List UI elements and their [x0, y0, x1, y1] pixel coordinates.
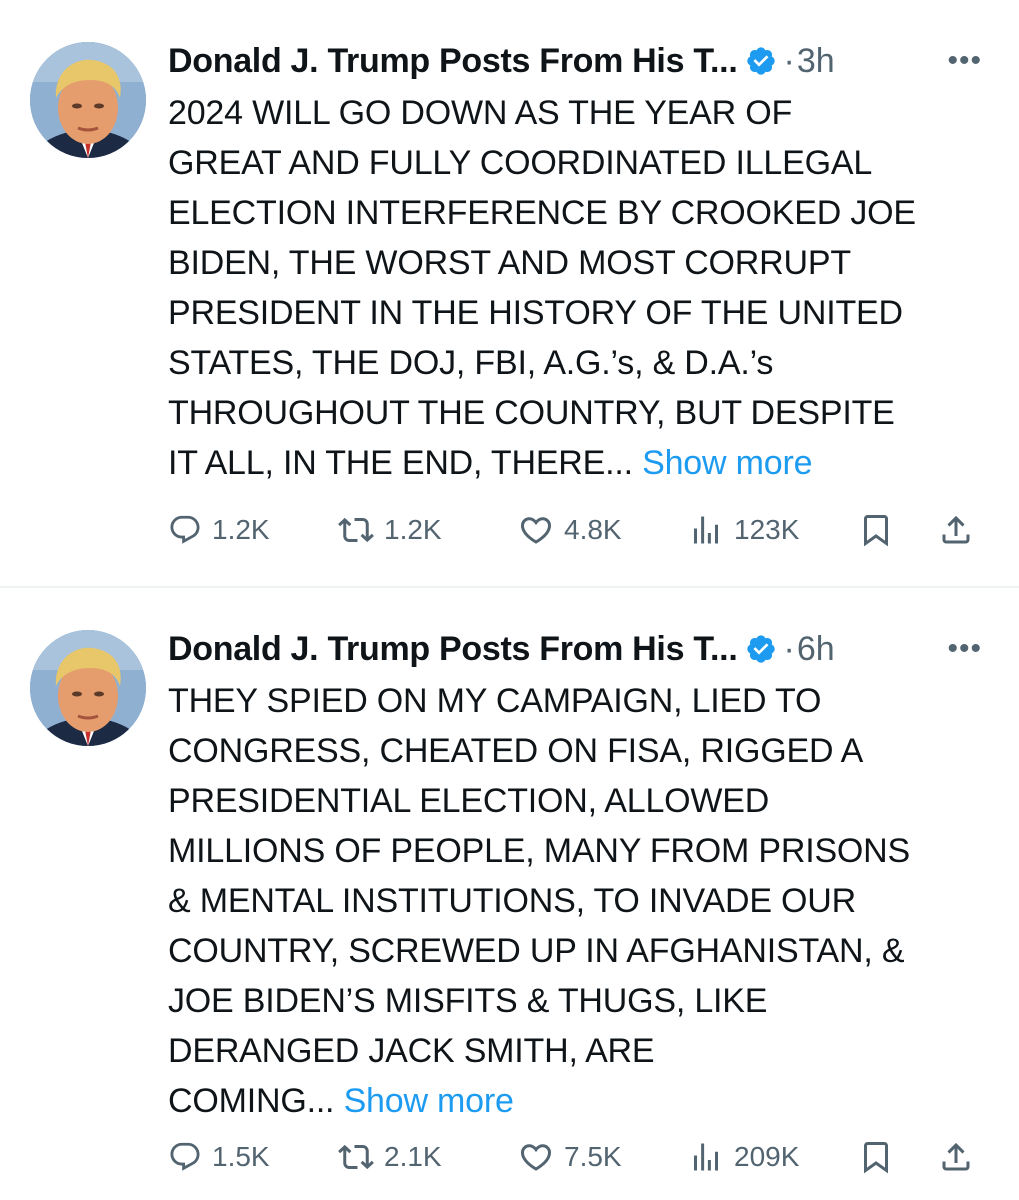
action-bar: 1.2K 1.2K 4.8K 123K — [168, 507, 988, 553]
show-more-link[interactable]: Show more — [344, 1082, 514, 1120]
show-more-link[interactable]: Show more — [642, 444, 812, 482]
reply-count: 1.5K — [212, 1141, 270, 1172]
share-button[interactable] — [938, 507, 984, 553]
tweet-text: 2024 WILL GO DOWN AS THE YEAR OF GREAT A… — [168, 88, 988, 488]
avatar[interactable] — [30, 42, 146, 158]
share-icon — [942, 515, 970, 544]
like-count: 7.5K — [564, 1141, 622, 1172]
like-button[interactable]: 4.8K — [518, 507, 622, 553]
tweet-header: Donald J. Trump Posts From His T... · 3h… — [168, 38, 998, 84]
views-count: 123K — [734, 514, 800, 545]
more-options-icon[interactable]: ••• — [947, 38, 982, 84]
repost-button[interactable]: 1.2K — [338, 507, 442, 553]
tweet-header: Donald J. Trump Posts From His T... · 6h… — [168, 626, 998, 672]
tweet[interactable]: Donald J. Trump Posts From His T... · 6h… — [0, 588, 1019, 1200]
heart-icon — [520, 1144, 552, 1171]
tweet-text-content: THEY SPIED ON MY CAMPAIGN, LIED TO CONGR… — [168, 682, 911, 1120]
repost-count: 2.1K — [384, 1141, 442, 1172]
verified-badge-icon — [747, 635, 776, 663]
repost-icon — [338, 517, 374, 543]
views-chart-icon — [694, 516, 718, 544]
views-button[interactable]: 123K — [688, 507, 799, 553]
repost-count: 1.2K — [384, 514, 442, 545]
repost-button[interactable]: 2.1K — [338, 1134, 442, 1180]
timestamp[interactable]: 3h — [797, 42, 835, 81]
share-icon — [942, 1142, 970, 1171]
views-count: 209K — [734, 1141, 800, 1172]
views-chart-icon — [694, 1143, 718, 1171]
bookmark-button[interactable] — [858, 1134, 904, 1180]
author-name[interactable]: Donald J. Trump Posts From His T... — [168, 630, 738, 669]
timestamp[interactable]: 6h — [797, 630, 835, 669]
bookmark-icon — [864, 515, 888, 547]
action-bar: 1.5K 2.1K 7.5K 209K — [168, 1134, 988, 1180]
share-button[interactable] — [938, 1134, 984, 1180]
tweet[interactable]: Donald J. Trump Posts From His T... · 3h… — [0, 0, 1019, 586]
reply-icon — [170, 1142, 200, 1171]
reply-count: 1.2K — [212, 514, 270, 545]
dot-separator: · — [783, 629, 795, 668]
author-name[interactable]: Donald J. Trump Posts From His T... — [168, 42, 738, 81]
reply-button[interactable]: 1.2K — [168, 507, 270, 553]
like-count: 4.8K — [564, 514, 622, 545]
tweet-text: THEY SPIED ON MY CAMPAIGN, LIED TO CONGR… — [168, 676, 988, 1126]
reply-icon — [170, 515, 200, 544]
dot-separator: · — [783, 41, 795, 80]
views-button[interactable]: 209K — [688, 1134, 799, 1180]
repost-icon — [338, 1144, 374, 1170]
bookmark-button[interactable] — [858, 507, 904, 553]
avatar[interactable] — [30, 630, 146, 746]
tweet-text-content: 2024 WILL GO DOWN AS THE YEAR OF GREAT A… — [168, 94, 916, 482]
heart-icon — [520, 517, 552, 544]
bookmark-icon — [864, 1142, 888, 1174]
more-options-icon[interactable]: ••• — [947, 626, 982, 672]
verified-badge-icon — [747, 47, 776, 75]
like-button[interactable]: 7.5K — [518, 1134, 622, 1180]
reply-button[interactable]: 1.5K — [168, 1134, 270, 1180]
